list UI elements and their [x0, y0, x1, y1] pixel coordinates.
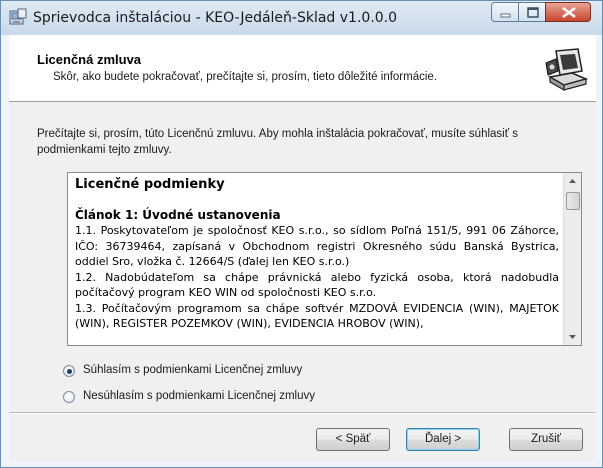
license-heading: Licenčné podmienky: [75, 177, 225, 192]
license-paragraph: 1.1. Poskytovateľom je spoločnosť KEO s.…: [75, 224, 559, 268]
back-button[interactable]: < Späť: [316, 428, 390, 451]
scroll-up-arrow-icon[interactable]: [564, 173, 581, 190]
scroll-down-arrow-icon[interactable]: [564, 328, 581, 345]
wizard-header: Licenčná zmluva Skôr, ako budete pokračo…: [9, 35, 596, 102]
wizard-client-area: Licenčná zmluva Skôr, ako budete pokračo…: [9, 35, 596, 461]
setup-computer-icon: [544, 47, 589, 92]
window-title: Sprievodca inštaláciou - KEO-Jedáleň-Skl…: [33, 10, 398, 26]
license-text: Licenčné podmienky Článok 1: Úvodné usta…: [75, 177, 559, 332]
license-text-box[interactable]: Licenčné podmienky Článok 1: Úvodné usta…: [67, 172, 582, 346]
button-separator: [9, 412, 596, 414]
installer-window: Sprievodca inštaláciou - KEO-Jedáleň-Skl…: [0, 0, 603, 468]
license-paragraph: 1.3. Počítačovým programom sa chápe soft…: [75, 301, 559, 331]
license-paragraph: 1.2. Nadobúdateľom sa chápe právnická al…: [75, 270, 559, 300]
radio-decline-label[interactable]: Nesúhlasím s podmienkami Licenčnej zmluv…: [83, 390, 315, 402]
next-button[interactable]: Ďalej >: [406, 428, 480, 451]
vertical-scrollbar[interactable]: [563, 173, 581, 345]
radio-accept-label[interactable]: Súhlasím s podmienkami Licenčnej zmluvy: [83, 364, 302, 376]
page-title: Licenčná zmluva: [37, 52, 142, 67]
scrollbar-thumb[interactable]: [566, 192, 580, 210]
minimize-button[interactable]: [491, 2, 519, 22]
page-subtitle: Skôr, ako budete pokračovať, prečítajte …: [53, 71, 438, 83]
maximize-icon: [527, 7, 539, 18]
title-bar[interactable]: Sprievodca inštaláciou - KEO-Jedáleň-Skl…: [1, 1, 602, 35]
radio-decline-button[interactable]: [63, 391, 75, 403]
maximize-button[interactable]: [518, 2, 546, 22]
minimize-icon: [500, 13, 511, 18]
close-button[interactable]: [545, 2, 591, 22]
cancel-button[interactable]: Zrušiť: [509, 428, 583, 451]
radio-accept-button[interactable]: [63, 365, 75, 377]
instruction-text: Prečítajte si, prosím, túto Licenčnú zml…: [37, 128, 518, 156]
close-icon: [562, 6, 576, 19]
installer-app-icon: [9, 8, 27, 25]
license-section-title: Článok 1: Úvodné ustanovenia: [75, 208, 281, 222]
